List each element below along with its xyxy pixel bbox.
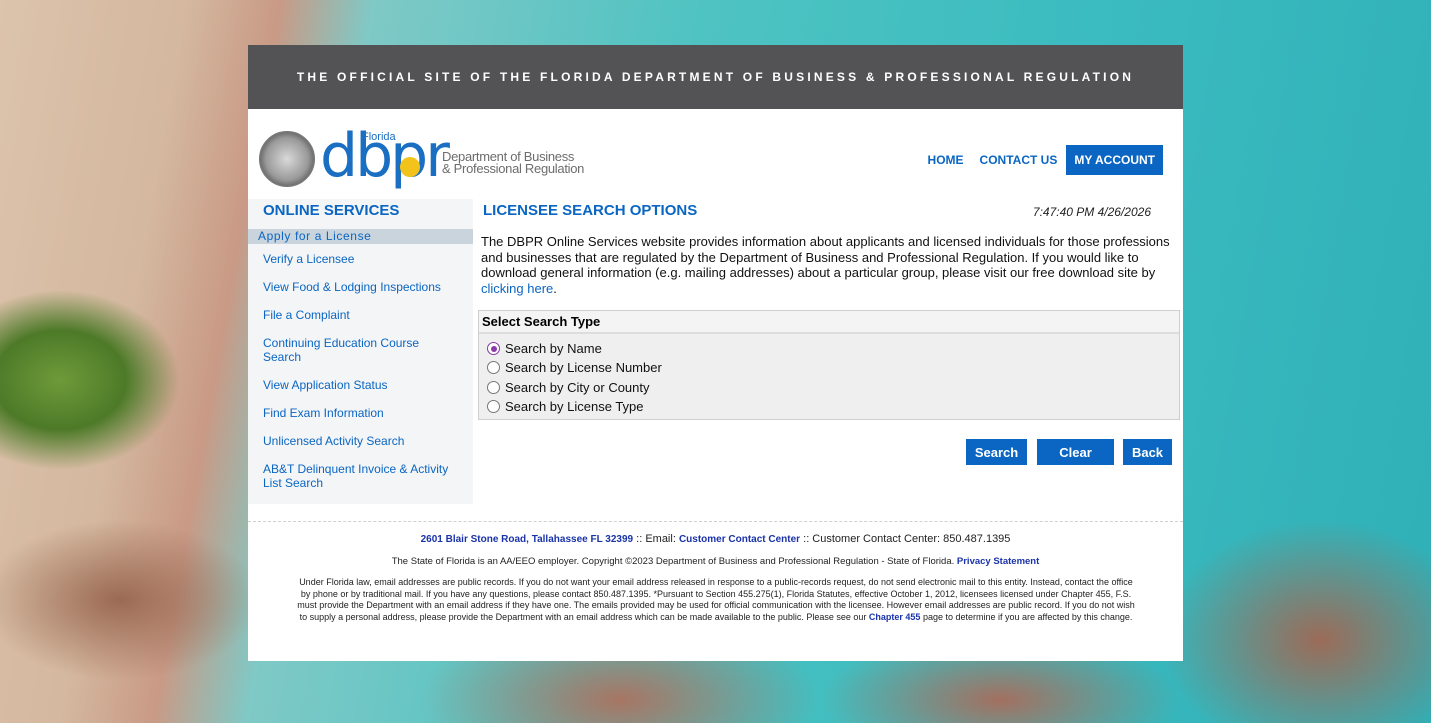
radio-search-by-city-county[interactable]: Search by City or County bbox=[487, 380, 650, 395]
description-period: . bbox=[553, 280, 557, 296]
footer-email-link[interactable]: Customer Contact Center bbox=[679, 534, 800, 545]
timestamp: 7:47:40 PM 4/26/2026 bbox=[1032, 205, 1151, 219]
description-text: The DBPR Online Services website provide… bbox=[481, 234, 1176, 296]
sidebar-item-food-lodging[interactable]: View Food & Lodging Inspections bbox=[263, 280, 463, 294]
contact-us-link[interactable]: CONTACT US bbox=[980, 153, 1058, 167]
footer-phone: :: Customer Contact Center: 850.487.1395 bbox=[800, 533, 1011, 545]
sidebar-item-abt-delinquent[interactable]: AB&T Delinquent Invoice & Activity List … bbox=[263, 462, 458, 490]
sidebar-item-application-status[interactable]: View Application Status bbox=[263, 378, 463, 392]
logo-sun-icon bbox=[400, 157, 420, 177]
copyright-text: The State of Florida is an AA/EEO employ… bbox=[391, 556, 957, 567]
radio-search-by-license-number[interactable]: Search by License Number bbox=[487, 360, 662, 375]
radio-icon[interactable] bbox=[487, 400, 500, 413]
radio-label: Search by Name bbox=[505, 341, 602, 356]
page-container: THE OFFICIAL SITE OF THE FLORIDA DEPARTM… bbox=[248, 45, 1183, 661]
radio-icon[interactable] bbox=[487, 381, 500, 394]
description-body: The DBPR Online Services website provide… bbox=[481, 234, 1170, 281]
sidebar-item-unlicensed-activity[interactable]: Unlicensed Activity Search bbox=[263, 434, 463, 448]
sidebar-title: ONLINE SERVICES bbox=[263, 202, 400, 219]
footer-contact-line: 2601 Blair Stone Road, Tallahassee FL 32… bbox=[248, 533, 1183, 545]
radio-label: Search by License Type bbox=[505, 399, 644, 414]
my-account-button[interactable]: MY ACCOUNT bbox=[1066, 145, 1163, 175]
radio-search-by-license-type[interactable]: Search by License Type bbox=[487, 399, 644, 414]
logo-department-text: Department of Business & Professional Re… bbox=[442, 150, 585, 176]
logo-florida-text: Florida bbox=[362, 131, 396, 143]
footer-divider bbox=[248, 521, 1183, 522]
top-navigation: HOME CONTACT US MY ACCOUNT bbox=[912, 145, 1163, 175]
legal-text-end: page to determine if you are affected by… bbox=[920, 612, 1133, 623]
sidebar-item-continuing-education[interactable]: Continuing Education Course Search bbox=[263, 336, 443, 364]
radio-label: Search by License Number bbox=[505, 360, 662, 375]
radio-search-by-name[interactable]: Search by Name bbox=[487, 341, 602, 356]
page-title: LICENSEE SEARCH OPTIONS bbox=[483, 202, 698, 219]
radio-icon[interactable] bbox=[487, 361, 500, 374]
header: dbpr Florida Department of Business & Pr… bbox=[248, 109, 1183, 199]
official-site-banner: THE OFFICIAL SITE OF THE FLORIDA DEPARTM… bbox=[248, 45, 1183, 109]
clear-button[interactable]: Clear bbox=[1037, 439, 1114, 465]
search-button[interactable]: Search bbox=[966, 439, 1027, 465]
clicking-here-link[interactable]: clicking here bbox=[481, 281, 553, 296]
sidebar-item-apply-license[interactable]: Apply for a License bbox=[248, 229, 473, 244]
radio-label: Search by City or County bbox=[505, 380, 650, 395]
florida-seal-icon bbox=[259, 131, 315, 187]
sidebar-item-verify-licensee[interactable]: Verify a Licensee bbox=[263, 252, 463, 266]
online-services-sidebar: ONLINE SERVICES Apply for a License Veri… bbox=[248, 199, 473, 504]
search-type-heading: Select Search Type bbox=[479, 311, 1179, 334]
sidebar-item-exam-information[interactable]: Find Exam Information bbox=[263, 406, 463, 420]
chapter-455-link[interactable]: Chapter 455 bbox=[869, 612, 921, 622]
footer-legal-notice: Under Florida law, email addresses are p… bbox=[296, 577, 1136, 624]
footer-address-link[interactable]: 2601 Blair Stone Road, Tallahassee FL 32… bbox=[421, 534, 634, 545]
logo-line2: & Professional Regulation bbox=[442, 161, 585, 176]
search-type-panel: Select Search Type Search by Name Search… bbox=[478, 310, 1180, 420]
dbpr-logo[interactable]: dbpr Florida Department of Business & Pr… bbox=[320, 121, 590, 193]
footer-copyright: The State of Florida is an AA/EEO employ… bbox=[248, 556, 1183, 567]
footer-email-label: :: Email: bbox=[633, 533, 679, 545]
sidebar-item-file-complaint[interactable]: File a Complaint bbox=[263, 308, 463, 322]
home-link[interactable]: HOME bbox=[928, 153, 964, 167]
back-button[interactable]: Back bbox=[1123, 439, 1172, 465]
radio-selected-icon[interactable] bbox=[487, 342, 500, 355]
privacy-statement-link[interactable]: Privacy Statement bbox=[957, 556, 1039, 567]
